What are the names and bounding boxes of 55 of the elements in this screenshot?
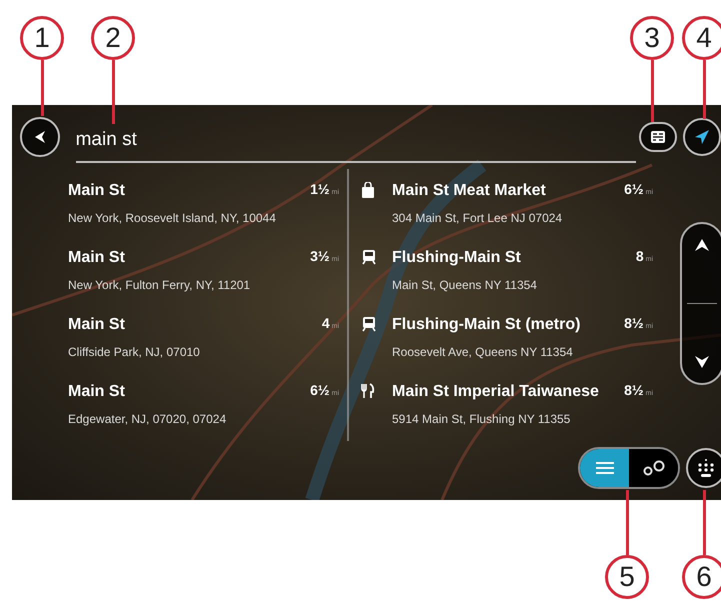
leader-line	[703, 60, 706, 119]
distance: 1½	[310, 180, 330, 199]
result-address: Roosevelt Ave, Queens NY 11354	[392, 344, 574, 361]
result-name: Flushing-Main St	[392, 248, 522, 268]
map-icon	[650, 130, 666, 144]
distance: 8½	[624, 314, 644, 333]
search-field[interactable]: main st	[76, 125, 636, 163]
leader-line	[41, 60, 44, 116]
back-button[interactable]	[20, 117, 60, 157]
shopping-bag-icon	[361, 182, 375, 198]
result-address: 304 Main St, Fort Lee NJ 07024	[392, 210, 562, 227]
result-name: Main St Meat Market	[392, 181, 547, 201]
callout-number: 1	[20, 16, 64, 60]
distance: 6½	[624, 180, 644, 199]
result-address: New York, Roosevelt Island, NY, 10044	[68, 210, 276, 227]
map-view-button[interactable]	[639, 122, 677, 152]
scroll-bar[interactable]	[680, 222, 721, 385]
train-icon	[361, 249, 377, 265]
current-location-button[interactable]	[683, 118, 721, 156]
distance: 3½	[310, 247, 330, 266]
callout-number: 4	[682, 16, 721, 60]
callout-number: 6	[682, 555, 721, 599]
callout-number: 2	[91, 16, 135, 60]
result-name: Main St	[68, 181, 126, 201]
result-address: Cliffside Park, NJ, 07010	[68, 344, 200, 361]
map-pins-icon	[642, 460, 666, 476]
distance: 4	[322, 314, 330, 333]
result-address: Edgewater, NJ, 07020, 07024	[68, 411, 226, 428]
result-address: New York, Fulton Ferry, NY, 11201	[68, 277, 250, 294]
result-name: Main St	[68, 315, 126, 335]
callout-number: 5	[605, 555, 649, 599]
distance: 8½	[624, 381, 644, 400]
result-name: Flushing-Main St (metro)	[392, 315, 580, 335]
list-icon	[596, 462, 614, 474]
scroll-down-icon[interactable]	[694, 355, 710, 369]
callout-number: 3	[630, 16, 674, 60]
keyboard-button[interactable]	[686, 448, 721, 488]
leader-line	[112, 60, 115, 124]
view-toggle[interactable]	[578, 447, 680, 489]
fork-knife-icon	[361, 383, 375, 399]
distance: 6½	[310, 381, 330, 400]
keypad-icon	[696, 458, 716, 478]
leader-line	[703, 490, 706, 555]
scroll-up-icon[interactable]	[694, 238, 710, 252]
navigation-arrow-icon	[694, 129, 710, 145]
leader-line	[626, 490, 629, 555]
train-icon	[361, 316, 377, 332]
result-address: Main St, Queens NY 11354	[392, 277, 537, 294]
leader-line	[651, 60, 654, 122]
result-name: Main St Imperial Taiwanese	[392, 382, 599, 402]
list-view-option[interactable]	[580, 449, 629, 487]
result-address: 5914 Main St, Flushing NY 11355	[392, 411, 572, 428]
distance: 8	[636, 247, 644, 266]
result-name: Main St	[68, 248, 126, 268]
result-name: Main St	[68, 382, 126, 402]
